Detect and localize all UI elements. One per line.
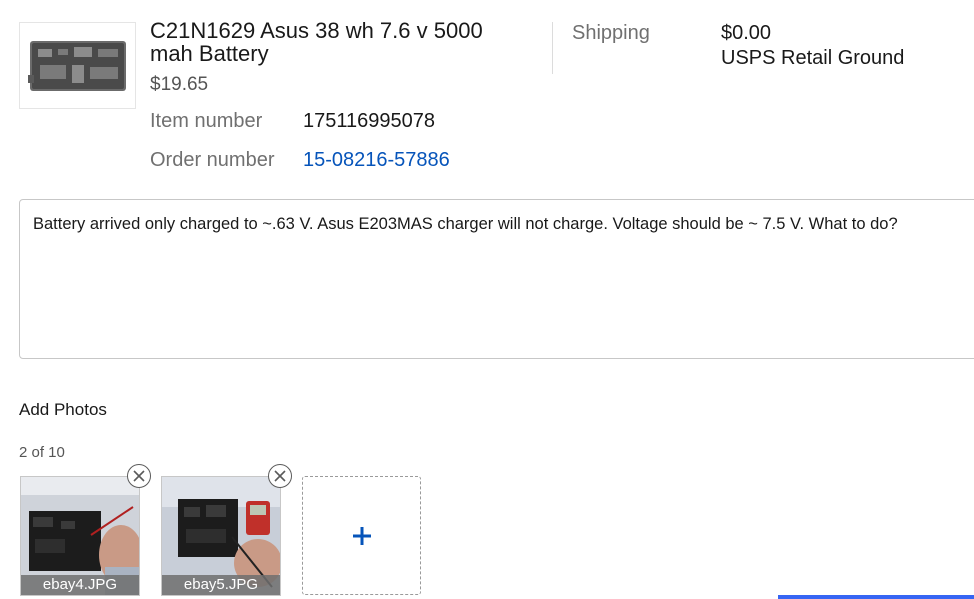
item-number-value: 175116995078	[303, 110, 435, 132]
battery-photo-icon	[27, 40, 126, 91]
divider	[552, 22, 553, 74]
item-number-label: Item number	[150, 110, 263, 132]
message-textarea[interactable]: Battery arrived only charged to ~.63 V. …	[19, 199, 974, 359]
order-number-label: Order number	[150, 149, 275, 171]
plus-icon	[352, 526, 371, 545]
item-title: C21N1629 Asus 38 wh 7.6 v 5000 mah Batte…	[150, 18, 483, 66]
product-thumbnail	[19, 22, 136, 109]
message-text: Battery arrived only charged to ~.63 V. …	[33, 215, 898, 233]
remove-photo-2-button[interactable]	[268, 464, 292, 488]
item-price: $19.65	[150, 74, 209, 95]
photo-counter: 2 of 10	[19, 444, 65, 461]
photo-filename-1: ebay4.JPG	[21, 575, 139, 595]
shipping-method: USPS Retail Ground	[721, 47, 905, 69]
photo-filename-2: ebay5.JPG	[162, 575, 280, 595]
add-photo-button[interactable]	[302, 476, 421, 595]
add-photos-heading: Add Photos	[19, 400, 107, 419]
photo-tile-1[interactable]: ebay4.JPG	[20, 476, 140, 596]
close-icon	[274, 470, 286, 482]
shipping-label: Shipping	[572, 22, 650, 44]
order-number-link[interactable]: 15-08216-57886	[303, 149, 450, 172]
remove-photo-1-button[interactable]	[127, 464, 151, 488]
close-icon	[133, 470, 145, 482]
submit-bar-edge	[778, 595, 974, 599]
shipping-price: $0.00	[721, 22, 772, 44]
photo-tile-2[interactable]: ebay5.JPG	[161, 476, 281, 596]
